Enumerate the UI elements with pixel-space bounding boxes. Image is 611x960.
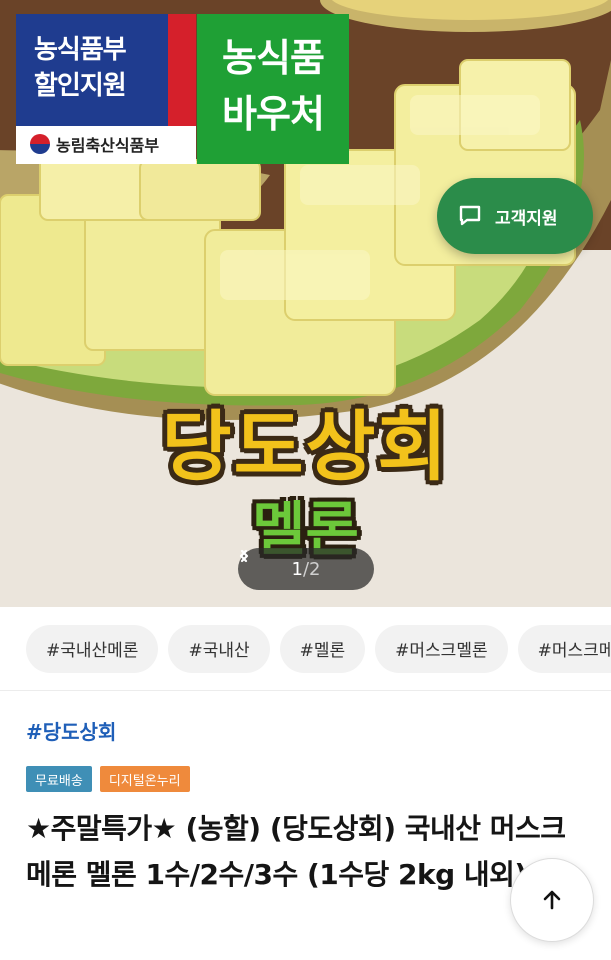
gov-badge-text: 농식품부 할인지원	[34, 32, 127, 104]
free-shipping-badge: 무료배송	[26, 766, 92, 792]
hashtag-chip[interactable]: #머스크메	[517, 624, 611, 673]
hashtag-chip[interactable]: #국내산	[168, 624, 270, 673]
voucher-line1: 농식품	[222, 36, 325, 80]
chevron-right-icon	[240, 549, 249, 563]
taegeuk-logo-icon	[30, 134, 50, 154]
customer-support-label: 고객지원	[495, 208, 558, 229]
pager-count: 1/2	[292, 559, 321, 580]
carousel-pager: 1/2	[238, 548, 374, 590]
gov-badge-line1: 농식품부	[34, 35, 127, 65]
brand-title-overlay: 당도상회	[161, 402, 450, 491]
store-brand-link[interactable]: #당도상회	[26, 716, 116, 745]
digital-onnuri-badge: 디지털온누리	[99, 766, 190, 792]
voucher-badge: 농식품 바우처	[197, 14, 349, 164]
hashtag-chip[interactable]: #머스크멜론	[375, 624, 508, 673]
gov-badge-line2: 할인지원	[34, 71, 127, 101]
pager-total: 2	[309, 558, 321, 580]
hashtag-chip[interactable]: #국내산메론	[26, 624, 159, 673]
gov-badge-panel: 농식품부 할인지원	[16, 14, 168, 126]
product-image-carousel[interactable]: 농식품부 할인지원 농림축산식품부 농식품 바우처 고객지원 당도상회 멜론 1…	[0, 0, 611, 607]
arrow-up-icon	[543, 890, 561, 910]
gov-badge-stripe	[168, 14, 196, 126]
ministry-label: 농림축산식품부	[30, 132, 159, 156]
scroll-to-top-button[interactable]	[510, 858, 594, 942]
product-badges: 무료배송 디지털온누리	[26, 766, 190, 792]
chat-bubble-icon	[459, 205, 481, 226]
pager-current: 1	[291, 558, 303, 580]
ministry-name: 농림축산식품부	[56, 136, 160, 155]
hashtag-chip[interactable]: #멜론	[279, 624, 366, 673]
hashtag-list: #국내산메론 #국내산 #멜론 #머스크멜론 #머스크메	[0, 607, 611, 691]
customer-support-button[interactable]: 고객지원	[437, 178, 593, 254]
gov-discount-badge: 농식품부 할인지원 농림축산식품부	[16, 14, 196, 164]
product-title: ★주말특가★ (농할) (당도상회) 국내산 머스크 메론 멜론 1수/2수/3…	[26, 812, 566, 891]
voucher-line2: 바우처	[222, 92, 325, 136]
